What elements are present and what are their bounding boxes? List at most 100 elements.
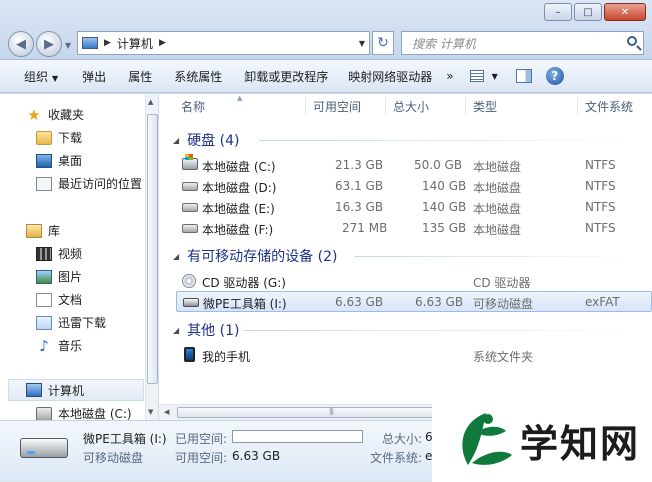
minimize-button[interactable]: – (544, 3, 572, 21)
map-network-drive-button[interactable]: 映射网络驱动器 (340, 68, 440, 85)
search-icon[interactable] (627, 36, 637, 46)
uninstall-program-button[interactable]: 卸载或更改程序 (236, 68, 336, 85)
list-item[interactable]: 我的手机 系统文件夹 (176, 345, 652, 365)
group-header-removable[interactable]: ◢ 有可移动存储的设备 (2) (173, 246, 337, 266)
refresh-icon: ↻ (377, 35, 389, 51)
chevron-down-icon: ▼ (52, 73, 59, 83)
search-input[interactable]: 搜索 计算机 (401, 31, 644, 55)
nav-documents[interactable]: 文档 (36, 291, 82, 308)
hard-disk-icon (182, 182, 198, 191)
back-button[interactable]: ◀ (8, 31, 34, 57)
nav-scroll-thumb[interactable] (147, 114, 158, 384)
nav-libraries[interactable]: 库 (26, 222, 60, 239)
list-item[interactable]: 本地磁盘 (E:) 16.3 GB 140 GB 本地磁盘 NTFS (176, 197, 652, 217)
usb-drive-icon (183, 298, 199, 307)
nav-music[interactable]: ♪ 音乐 (36, 337, 82, 354)
item-file-system: NTFS (585, 221, 616, 235)
group-header-other[interactable]: ◢ 其他 (1) (173, 320, 239, 340)
item-free-space: 271 MB (342, 221, 388, 235)
group-divider (355, 256, 639, 257)
collapse-triangle-icon[interactable]: ◢ (173, 252, 179, 261)
system-properties-button[interactable]: 系统属性 (166, 68, 230, 85)
help-icon[interactable]: ? (545, 67, 564, 85)
item-name: CD 驱动器 (G:) (202, 276, 286, 290)
desktop-icon (36, 153, 52, 168)
address-history-dropdown[interactable]: ▼ (359, 39, 365, 48)
nav-pictures[interactable]: 图片 (36, 268, 82, 285)
navigation-pane: ★ 收藏夹 下载 桌面 最近访问的位置 库 视频 图片 文档 迅雷下载 ♪ 音乐 计… (0, 94, 158, 421)
chevron-down-icon[interactable]: ▼ (492, 72, 498, 81)
list-item[interactable]: 本地磁盘 (C:) 21.3 GB 50.0 GB 本地磁盘 NTFS (176, 154, 652, 175)
nav-favorites[interactable]: ★ 收藏夹 (26, 106, 84, 123)
column-header-total-size[interactable]: 总大小 (393, 94, 429, 118)
list-item[interactable]: 本地磁盘 (F:) 271 MB 135 GB 本地磁盘 NTFS (176, 218, 652, 238)
item-name: 我的手机 (202, 350, 251, 364)
downloads-folder-icon (36, 130, 52, 145)
collapse-triangle-icon[interactable]: ◢ (173, 136, 179, 145)
nav-vertical-scrollbar[interactable]: ▲ ▼ (145, 94, 158, 420)
refresh-button[interactable]: ↻ (372, 31, 394, 55)
breadcrumb-separator-icon[interactable]: ▶ (159, 38, 166, 48)
recent-pages-dropdown[interactable]: ▼ (65, 41, 71, 50)
scroll-down-icon[interactable]: ▼ (148, 408, 153, 416)
column-divider[interactable] (385, 98, 386, 114)
list-item[interactable]: CD 驱动器 (G:) CD 驱动器 (176, 271, 652, 291)
nav-videos-label: 视频 (58, 247, 83, 261)
close-button[interactable]: ✕ (604, 3, 646, 21)
breadcrumb-separator-icon[interactable]: ▶ (104, 38, 111, 48)
arrow-right-icon: ▶ (44, 36, 54, 52)
item-type: 本地磁盘 (473, 160, 522, 174)
column-divider[interactable] (465, 98, 466, 114)
address-bar[interactable]: ▶ 计算机 ▶ ▼ (77, 31, 370, 55)
phone-icon (184, 347, 195, 362)
nav-desktop[interactable]: 桌面 (36, 152, 82, 169)
item-name: 本地磁盘 (E:) (202, 202, 275, 216)
collapse-triangle-icon[interactable]: ◢ (173, 326, 179, 335)
column-header-free-space[interactable]: 可用空间 (313, 94, 361, 118)
recent-places-icon (36, 176, 52, 191)
item-file-system: exFAT (585, 295, 620, 309)
item-total-size: 140 GB (422, 200, 467, 214)
scroll-up-icon[interactable]: ▲ (148, 98, 153, 106)
item-type: 本地磁盘 (473, 181, 522, 195)
more-commands-button[interactable]: » (446, 69, 453, 83)
star-icon: ★ (27, 105, 41, 124)
nav-xunlei-downloads[interactable]: 迅雷下载 (36, 314, 106, 331)
window-controls: – □ ✕ (542, 3, 646, 21)
computer-icon (82, 37, 98, 49)
nav-videos[interactable]: 视频 (36, 245, 82, 262)
hard-disk-icon (182, 224, 198, 233)
nav-recent-places[interactable]: 最近访问的位置 (36, 175, 142, 192)
column-header-file-system[interactable]: 文件系统 (585, 94, 633, 118)
column-divider[interactable] (577, 98, 578, 114)
preview-pane-icon[interactable] (515, 69, 532, 83)
nav-favorites-label: 收藏夹 (48, 108, 85, 122)
item-name: 本地磁盘 (C:) (202, 160, 276, 174)
nav-library-label: 库 (48, 224, 61, 238)
nav-computer[interactable]: 计算机 (8, 379, 144, 401)
group-label: 硬盘 (4) (187, 133, 240, 149)
list-item[interactable]: 本地磁盘 (D:) 63.1 GB 140 GB 本地磁盘 NTFS (176, 176, 652, 196)
column-header-type[interactable]: 类型 (473, 94, 497, 118)
xunlei-download-icon (36, 315, 52, 330)
forward-button[interactable]: ▶ (36, 31, 62, 57)
group-label: 有可移动存储的设备 (2) (187, 249, 338, 265)
column-divider[interactable] (305, 98, 306, 114)
list-item[interactable]: 微PE工具箱 (I:) 6.63 GB 6.63 GB 可移动磁盘 exFAT (176, 291, 652, 312)
group-header-hard-disks[interactable]: ◢ 硬盘 (4) (173, 130, 239, 150)
title-bar: – □ ✕ ◀ ▶ ▼ ▶ 计算机 ▶ ▼ ↻ 搜索 计算机 (0, 0, 652, 60)
properties-button[interactable]: 属性 (120, 68, 160, 85)
scroll-left-icon[interactable]: ◀ (164, 408, 169, 416)
pictures-icon (36, 269, 52, 284)
maximize-button[interactable]: □ (574, 3, 602, 21)
column-header-name[interactable]: 名称 (181, 94, 205, 118)
item-type: 可移动磁盘 (473, 297, 534, 311)
eject-button[interactable]: 弹出 (74, 68, 114, 85)
music-icon: ♪ (39, 336, 49, 355)
organize-button[interactable]: 组织 ▼ (16, 68, 66, 85)
item-type: 本地磁盘 (473, 202, 522, 216)
item-name: 微PE工具箱 (I:) (203, 297, 287, 311)
view-options-icon[interactable] (469, 70, 484, 82)
nav-downloads[interactable]: 下载 (36, 129, 82, 146)
breadcrumb-computer[interactable]: 计算机 (117, 35, 153, 52)
